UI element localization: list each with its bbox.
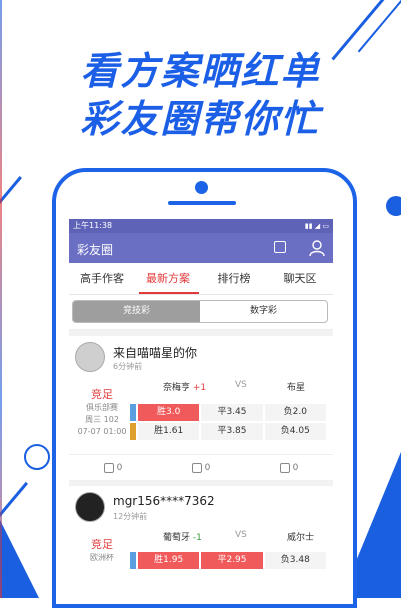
odds-cell: 负3.48 xyxy=(264,552,326,569)
decor-circle-icon xyxy=(24,444,50,470)
user-icon[interactable] xyxy=(309,239,325,257)
handicap: -1 xyxy=(192,533,202,543)
tab-ranking[interactable]: 排行榜 xyxy=(201,263,267,294)
league-name: 欧洲杯 xyxy=(90,553,114,562)
decor-blue-wedge-left xyxy=(0,520,40,598)
post-time: 6分钟前 xyxy=(113,362,143,371)
kickoff-time: 07-07 01:00 xyxy=(77,427,127,436)
odds-row: 胜1.61 平3.85 负4.05 xyxy=(130,423,326,440)
odds-table: 胜1.95 平2.95 负3.48 xyxy=(130,552,326,569)
lottery-type-switch: 竞技彩 数字彩 xyxy=(69,295,333,330)
post-card[interactable]: 来自喵喵星的你 6分钟前 竞足 俱乐部赛 周三 102 07-07 01:00 … xyxy=(69,336,333,480)
odds-cell-selected: 胜1.95 xyxy=(138,552,200,569)
row-tag xyxy=(130,423,136,440)
status-bar: 上午11:38 ▮▮ ◢ ▭ xyxy=(69,219,333,233)
segment-number-lottery[interactable]: 数字彩 xyxy=(200,301,327,322)
lottery-name: 竞足 xyxy=(91,538,113,551)
lottery-info: 竞足 欧洲杯 xyxy=(77,536,127,564)
thumbs-down-icon xyxy=(191,462,202,473)
tab-bar: 高手作客 最新方案 排行榜 聊天区 xyxy=(69,263,333,295)
segmented-control: 竞技彩 数字彩 xyxy=(72,300,328,323)
status-icons: ▮▮ ◢ ▭ xyxy=(304,222,329,230)
post-actions: 0 0 0 xyxy=(69,454,333,481)
edit-icon[interactable] xyxy=(274,241,286,253)
match-teams: 葡萄牙 -1 VS 威尔士 xyxy=(131,530,327,544)
tab-chat[interactable]: 聊天区 xyxy=(267,263,333,294)
segment-sports-lottery[interactable]: 竞技彩 xyxy=(73,301,200,322)
decor-stripe xyxy=(0,176,22,224)
odds-cell: 平3.45 xyxy=(201,404,263,421)
home-team: 葡萄牙 -1 xyxy=(163,533,202,543)
post-username: 来自喵喵星的你 xyxy=(113,346,198,360)
vs-label: VS xyxy=(235,530,247,540)
odds-row: 胜1.95 平2.95 负3.48 xyxy=(130,552,326,569)
match-round: 周三 102 xyxy=(85,415,119,424)
comment-icon xyxy=(279,462,290,473)
away-team: 布星 xyxy=(287,383,306,393)
app-title: 彩友圈 xyxy=(77,243,114,257)
lottery-info: 竞足 俱乐部赛 周三 102 07-07 01:00 xyxy=(77,386,127,438)
comment-button[interactable]: 0 xyxy=(245,455,333,481)
avatar[interactable] xyxy=(75,342,105,372)
row-tag xyxy=(130,404,136,421)
handicap: +1 xyxy=(192,383,207,393)
avatar[interactable] xyxy=(75,492,105,522)
thumbs-up-icon xyxy=(103,462,114,473)
post-time: 12分钟前 xyxy=(113,512,148,521)
league-name: 俱乐部赛 xyxy=(86,403,118,412)
away-team: 威尔士 xyxy=(287,533,315,543)
app-bar: 彩友圈 xyxy=(69,233,333,263)
vs-label: VS xyxy=(235,380,247,390)
odds-cell-selected: 胜3.0 xyxy=(138,404,200,421)
lottery-name: 竞足 xyxy=(91,388,113,401)
tab-latest-plans[interactable]: 最新方案 xyxy=(135,263,201,294)
odds-table: 胜3.0 平3.45 负2.0 胜1.61 平3.85 负4.05 xyxy=(130,404,326,440)
headline-line2: 彩友圈帮你忙 xyxy=(80,97,321,141)
odds-row: 胜3.0 平3.45 负2.0 xyxy=(130,404,326,421)
post-username: mgr156****7362 xyxy=(113,494,215,508)
phone-camera xyxy=(195,181,208,194)
headline-line1: 看方案晒红单 xyxy=(80,49,321,93)
tab-experts[interactable]: 高手作客 xyxy=(69,263,135,294)
active-tab-indicator xyxy=(139,292,199,294)
home-team: 奈梅亨 +1 xyxy=(163,383,207,393)
decor-circle-icon xyxy=(386,196,401,216)
status-time: 上午11:38 xyxy=(73,221,113,230)
match-teams: 奈梅亨 +1 VS 布星 xyxy=(131,380,327,394)
dislike-button[interactable]: 0 xyxy=(157,455,245,481)
phone-speaker xyxy=(168,201,236,205)
row-tag xyxy=(130,552,136,569)
odds-cell: 胜1.61 xyxy=(138,423,200,440)
odds-cell: 负4.05 xyxy=(264,423,326,440)
app-screen: 上午11:38 ▮▮ ◢ ▭ 彩友圈 高手作客 最新方案 排行榜 聊天区 竞技彩… xyxy=(69,219,333,598)
post-card[interactable]: mgr156****7362 12分钟前 竞足 欧洲杯 葡萄牙 -1 VS 威尔… xyxy=(69,486,333,598)
odds-cell: 平3.85 xyxy=(201,423,263,440)
like-button[interactable]: 0 xyxy=(69,455,157,481)
odds-cell-selected: 平2.95 xyxy=(201,552,263,569)
odds-cell: 负2.0 xyxy=(264,404,326,421)
